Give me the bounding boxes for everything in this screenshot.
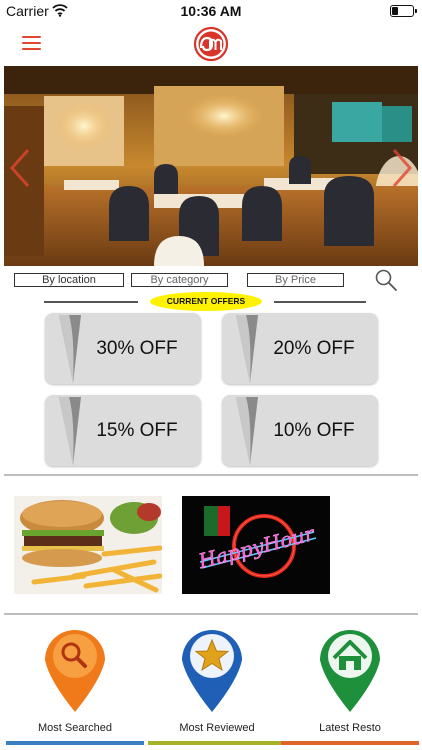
offer-label: 15% OFF (96, 420, 178, 441)
battery-icon (390, 5, 417, 17)
filter-by-category-button[interactable]: By category (131, 273, 228, 287)
offer-card[interactable]: 10% OFF (222, 395, 378, 466)
category-label: Latest Resto (319, 722, 381, 734)
category-underline (148, 741, 286, 745)
current-offers-header: CURRENT OFFERS (0, 290, 422, 312)
divider-line (274, 301, 366, 303)
nav-bar (0, 22, 422, 64)
filter-by-price-button[interactable]: By Price (247, 273, 344, 287)
happy-hour-promo[interactable]: HappyHour (182, 496, 330, 594)
section-divider (4, 613, 418, 615)
most-reviewed-tile[interactable]: Most Reviewed (148, 622, 286, 746)
home-pin-icon (320, 630, 380, 712)
filter-by-location-button[interactable]: By location (14, 273, 124, 287)
battery-level (392, 7, 398, 15)
restaurant-interior-photo (4, 66, 418, 266)
search-icon[interactable] (374, 268, 398, 292)
offer-label: 20% OFF (273, 338, 355, 359)
category-underline (6, 741, 144, 745)
status-time: 10:36 AM (180, 3, 242, 19)
offer-card[interactable]: 20% OFF (222, 313, 378, 384)
offer-card[interactable]: 15% OFF (45, 395, 201, 466)
burger-and-fries-photo (14, 496, 162, 594)
burger-promo[interactable] (14, 496, 162, 594)
chevron-right-icon[interactable] (390, 146, 414, 190)
most-searched-tile[interactable]: Most Searched (6, 622, 144, 746)
category-label: Most Reviewed (179, 722, 255, 734)
happy-hour-neon-sign: HappyHour (182, 496, 330, 594)
offer-label: 30% OFF (96, 338, 178, 359)
divider-line (44, 301, 138, 303)
category-underline (281, 741, 419, 745)
status-bar: Carrier 10:36 AM (0, 0, 422, 22)
hamburger-menu-icon[interactable] (22, 36, 41, 50)
section-divider (4, 474, 418, 476)
offer-card[interactable]: 30% OFF (45, 313, 201, 384)
current-offers-title: CURRENT OFFERS (150, 292, 262, 311)
star-pin-icon (182, 630, 242, 712)
om-logo[interactable] (193, 26, 229, 62)
chevron-left-icon[interactable] (8, 146, 32, 190)
latest-resto-tile[interactable]: Latest Resto (281, 622, 419, 746)
hero-carousel[interactable] (4, 66, 418, 266)
category-label: Most Searched (38, 722, 112, 734)
offer-label: 10% OFF (273, 420, 355, 441)
search-pin-icon (45, 630, 105, 712)
